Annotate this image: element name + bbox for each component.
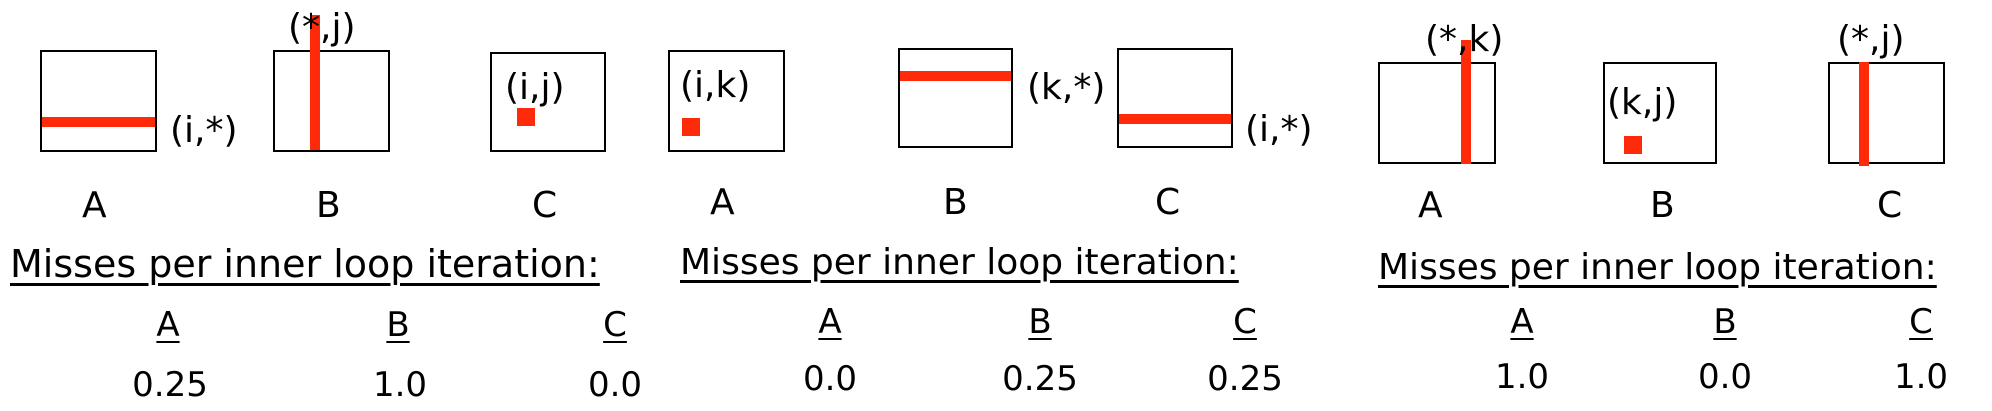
access-label: (k,*) [1027, 67, 1106, 108]
access-label: (i,*) [1245, 109, 1313, 150]
matrix-name: A [1418, 185, 1443, 226]
access-label: (i,k) [680, 65, 751, 106]
matrix-a-outline [40, 50, 157, 152]
miss-value: 0.0 [587, 365, 643, 405]
miss-column-header: C [1909, 302, 1933, 342]
miss-column-header: C [603, 305, 627, 345]
miss-column-header: A [1510, 302, 1534, 342]
access-label: (k,j) [1607, 82, 1678, 123]
matrix-name: A [82, 185, 107, 226]
miss-column-header: A [156, 305, 180, 345]
matrix-name: C [1877, 185, 1903, 226]
element-access-highlight [517, 108, 535, 126]
miss-value: 0.0 [1697, 357, 1753, 397]
matrix-c-outline [1828, 62, 1945, 164]
matrix-b-outline [273, 50, 390, 152]
miss-column-header: B [1713, 302, 1737, 342]
matrix-name: B [1650, 185, 1675, 226]
matrix-name: C [532, 185, 558, 226]
miss-column-header: C [1233, 302, 1257, 342]
miss-column-header: B [386, 305, 410, 345]
element-access-highlight [682, 118, 700, 136]
misses-heading: Misses per inner loop iteration: [1378, 247, 1937, 288]
miss-value: 1.0 [372, 365, 428, 405]
matrix-a-outline [1378, 62, 1496, 164]
miss-value: 0.25 [1207, 359, 1283, 399]
miss-column-header: B [1028, 302, 1052, 342]
miss-value: 0.25 [1002, 359, 1078, 399]
miss-value: 1.0 [1494, 357, 1550, 397]
matrix-name: B [316, 185, 341, 226]
row-access-highlight [1119, 114, 1231, 124]
matrix-name: B [943, 182, 968, 223]
miss-value: 0.0 [802, 359, 858, 399]
row-access-highlight [900, 71, 1011, 81]
access-label: (i,*) [170, 110, 238, 151]
miss-column-header: A [818, 302, 842, 342]
access-label: (*,j) [288, 7, 356, 48]
matrix-c-outline [1117, 48, 1233, 148]
matrix-name: A [710, 182, 735, 223]
element-access-highlight [1624, 136, 1642, 154]
matrix-name: C [1155, 182, 1181, 223]
row-access-highlight [42, 117, 155, 127]
misses-heading: Misses per inner loop iteration: [10, 242, 600, 286]
access-label: (*,k) [1425, 19, 1504, 60]
miss-value: 1.0 [1893, 357, 1949, 397]
access-label: (*,j) [1837, 19, 1905, 60]
column-access-highlight [1859, 62, 1869, 166]
misses-heading: Misses per inner loop iteration: [680, 242, 1239, 283]
miss-value: 0.25 [132, 365, 208, 405]
matrix-b-outline [898, 48, 1013, 148]
access-label: (i,j) [505, 67, 565, 108]
